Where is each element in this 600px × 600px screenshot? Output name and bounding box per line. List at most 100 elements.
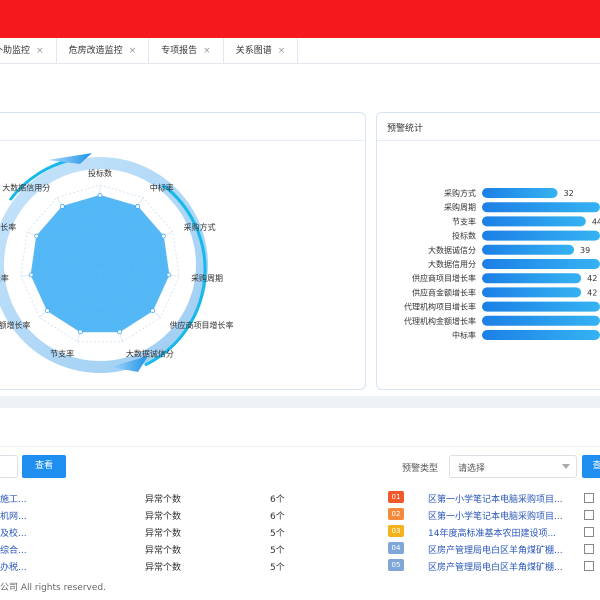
bar [482, 216, 586, 227]
project-link[interactable]: 区房产管理局电白区羊角煤矿棚... [428, 543, 578, 556]
bar-value-label: 42 [587, 274, 597, 283]
radar-chart: 投标数中标率采购方式采购周期供应商项目增长率大数据诚信分 节支率 金额增长率 增长率 目… [0, 153, 234, 373]
project-link[interactable]: 区第一小学笔记本电脑采购项目... [428, 509, 578, 522]
bar [482, 315, 600, 326]
tab-label: 危房改造监控 [68, 45, 123, 56]
view-button-right[interactable]: 查 [582, 455, 600, 478]
bar-value-label: 32 [564, 189, 574, 198]
list-item-count: 5个 [270, 563, 285, 573]
bar-category-label: 中标率 [452, 330, 476, 340]
bar-category-label: 代理机构项目增长率 [404, 302, 476, 312]
list-row: 施工... 异常个数 6个 01 区第一小学笔记本电脑采购项目... [0, 490, 600, 507]
more-checkbox[interactable] [584, 510, 594, 520]
bottom-divider [0, 446, 600, 447]
radar-point [150, 308, 156, 313]
close-icon[interactable]: × [129, 39, 137, 64]
bar [482, 202, 600, 213]
rank-badge: 01 [388, 491, 404, 503]
list-item-count: 6个 [270, 512, 285, 522]
radar-point [97, 193, 103, 198]
more-checkbox[interactable] [584, 544, 594, 554]
radar-point [160, 233, 166, 239]
tab-special-report[interactable]: 专项报告 × [149, 38, 224, 64]
warning-type-select[interactable]: 请选择 [449, 455, 577, 478]
radar-indicator-label: 金额增长率 [0, 320, 30, 330]
close-icon[interactable]: × [36, 39, 44, 64]
bar-category-label: 采购方式 [444, 188, 476, 198]
bar [482, 244, 575, 255]
more-checkbox[interactable] [584, 527, 594, 537]
list-row: 综合... 异常个数 5个 04 区房产管理局电白区羊角煤矿棚... [0, 541, 600, 558]
radar-indicator-label: 增长率 [0, 273, 9, 283]
bar-value-label: 42 [587, 288, 597, 297]
bar-category-label: 大数据诚信分 [428, 245, 476, 255]
bar-value-label: 39 [580, 246, 590, 255]
radar-point [166, 272, 172, 278]
tab-bar: 补助监控 × 危房改造监控 × 专项报告 × 关系图谱 × [0, 38, 600, 64]
list-row: 机网... 异常个数 6个 02 区第一小学笔记本电脑采购项目... [0, 507, 600, 524]
list-item-link[interactable]: 及校... [0, 526, 34, 539]
top-header-bar [0, 0, 600, 38]
radar-indicator-label: 采购方式 [184, 222, 216, 232]
bar [482, 259, 600, 269]
panel-title: 预警统计 [387, 124, 424, 134]
radar-point [44, 308, 50, 313]
bar [482, 188, 558, 198]
radar-point [135, 204, 141, 209]
list-item-link[interactable]: 施工... [0, 492, 34, 505]
close-icon[interactable]: × [278, 39, 286, 64]
more-checkbox[interactable] [584, 493, 594, 503]
radar-indicator-label: 大数据诚信分 [126, 348, 174, 358]
list-item-count: 5个 [270, 529, 285, 539]
section-divider [0, 396, 600, 408]
radar-indicator-label: 采购周期 [191, 273, 223, 283]
footer-copyright: 公司 All rights reserved. [0, 583, 106, 593]
bar-category-label: 供应商项目增长率 [412, 273, 476, 283]
bar [482, 230, 600, 241]
select-placeholder: 请选择 [458, 464, 486, 474]
list-item-type: 异常个数 [145, 529, 182, 539]
list-row: 办税... 异常个数 5个 05 区房产管理局电白区羊角煤矿棚... [0, 558, 600, 575]
more-checkbox[interactable] [584, 561, 594, 571]
radar-point [28, 272, 34, 278]
warning-bar-chart: 采购方式 32 采购周期节支率 44 投标数大数据诚信分 39 大数据信用分供应商项目增长率… [404, 188, 600, 340]
list-item-link[interactable]: 办税... [0, 560, 34, 573]
radar-indicator-label: 投标数 [88, 168, 112, 178]
radar-point [77, 329, 83, 335]
bar-category-label: 投标数 [452, 231, 476, 241]
list-item-link[interactable]: 综合... [0, 543, 34, 556]
bar-category-label: 代理机构金额增长率 [404, 316, 476, 326]
keyword-input[interactable] [0, 455, 18, 478]
rank-badge: 03 [388, 525, 404, 537]
list-item-type: 异常个数 [145, 512, 182, 522]
tab-relation-graph[interactable]: 关系图谱 × [224, 38, 299, 64]
list-item-link[interactable]: 机网... [0, 509, 34, 522]
radar-point [59, 204, 65, 209]
tab-label: 补助监控 [0, 45, 31, 56]
close-icon[interactable]: × [203, 39, 211, 64]
rank-badge: 04 [388, 542, 404, 554]
project-link[interactable]: 14年度高标准基本农田建设项... [428, 526, 578, 539]
radar-indicator-label: 目增长率 [0, 222, 16, 232]
list-item-type: 异常个数 [145, 563, 182, 573]
bar-value-label: 44 [592, 217, 600, 226]
bar [482, 330, 600, 340]
radar-point [117, 329, 123, 335]
bar-category-label: 采购周期 [444, 202, 476, 212]
tab-subsidy-monitor[interactable]: 补助监控 × [0, 38, 57, 64]
project-link[interactable]: 区房产管理局电白区羊角煤矿棚... [428, 560, 578, 573]
bar [482, 287, 582, 298]
tab-dangerous-house-monitor[interactable]: 危房改造监控 × [57, 38, 150, 64]
rank-badge: 02 [388, 508, 404, 520]
list-item-type: 异常个数 [145, 546, 182, 556]
radar-indicator-label: 中标率 [150, 183, 174, 193]
radar-point [34, 233, 40, 239]
radar-series-area [30, 194, 170, 333]
project-link[interactable]: 区第一小学笔记本电脑采购项目... [428, 492, 578, 505]
view-button[interactable]: 查看 [22, 455, 66, 478]
chevron-down-icon [562, 464, 570, 469]
bar-category-label: 供应商金额增长率 [412, 287, 476, 297]
bar-category-label: 大数据信用分 [428, 259, 476, 269]
radar-indicator-label: 大数据信用分 [2, 183, 50, 193]
tab-label: 专项报告 [161, 45, 198, 56]
